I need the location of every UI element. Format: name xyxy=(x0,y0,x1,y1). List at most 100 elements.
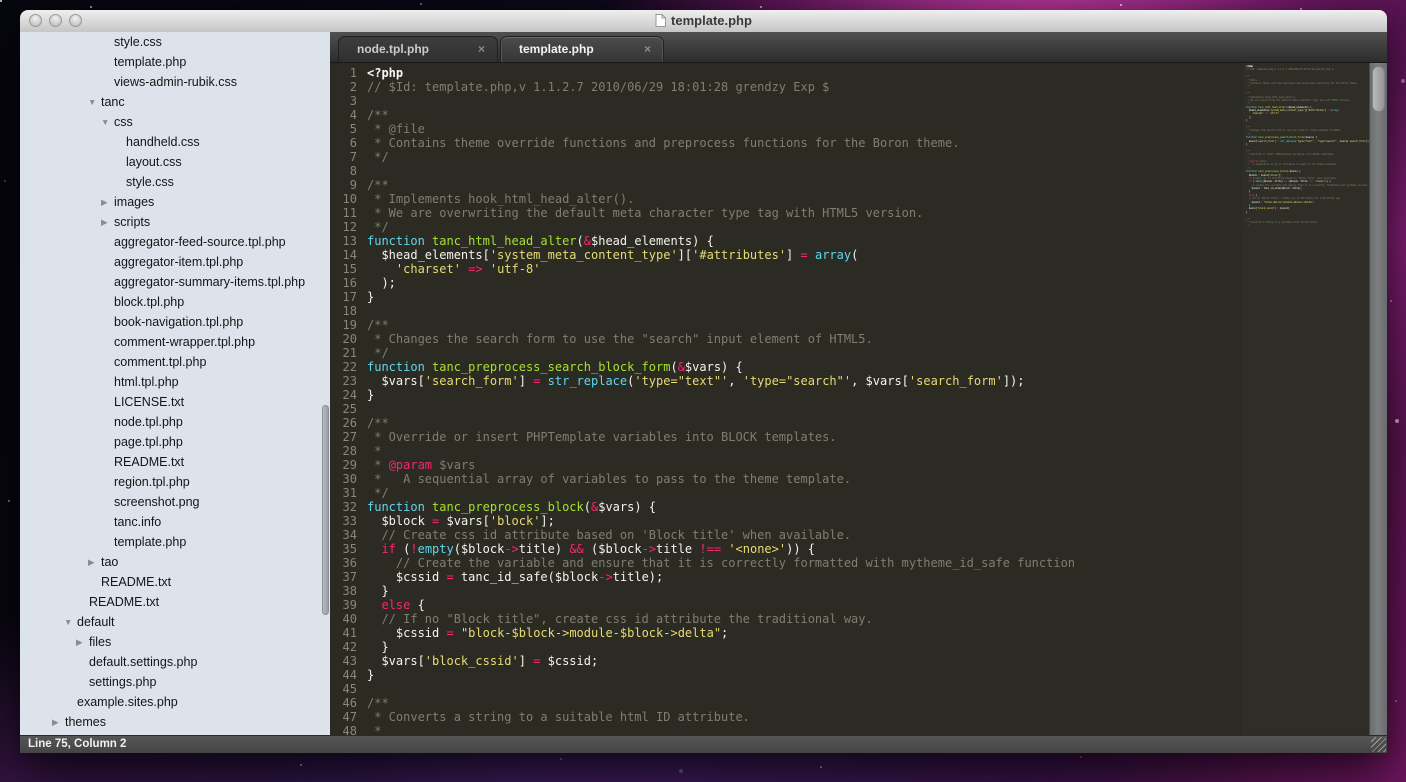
tab-close-icon[interactable]: × xyxy=(478,37,485,62)
code-line: 39 else { xyxy=(330,598,1242,612)
line-number: 41 xyxy=(330,626,357,640)
line-number: 42 xyxy=(330,640,357,654)
sidebar-item-comment.tpl.php[interactable]: comment.tpl.php xyxy=(20,352,330,372)
line-number: 12 xyxy=(330,220,357,234)
code-line: 48 * xyxy=(330,724,1242,735)
line-number: 17 xyxy=(330,290,357,304)
file-label: themes xyxy=(65,715,106,729)
sidebar-item-aggregator-summary-items.tpl.php[interactable]: aggregator-summary-items.tpl.php xyxy=(20,272,330,292)
code-line: 28 * xyxy=(330,444,1242,458)
editor-window: template.php style.csstemplate.phpviews-… xyxy=(20,10,1387,753)
sidebar-item-README.txt[interactable]: README.txt xyxy=(20,592,330,612)
sidebar-item-tanc[interactable]: ▼tanc xyxy=(20,92,330,112)
stars-decoration xyxy=(0,0,2,2)
file-label: aggregator-summary-items.tpl.php xyxy=(114,275,305,289)
sidebar-item-region.tpl.php[interactable]: region.tpl.php xyxy=(20,472,330,492)
disclosure-closed-icon[interactable]: ▶ xyxy=(52,712,65,732)
sidebar-scrollbar-thumb[interactable] xyxy=(322,405,329,615)
sidebar-item-style.css[interactable]: style.css xyxy=(20,172,330,192)
disclosure-closed-icon[interactable]: ▶ xyxy=(76,632,89,652)
sidebar-item-book-navigation.tpl.php[interactable]: book-navigation.tpl.php xyxy=(20,312,330,332)
sidebar-item-node.tpl.php[interactable]: node.tpl.php xyxy=(20,412,330,432)
code-line: 26/** xyxy=(330,416,1242,430)
line-number: 7 xyxy=(330,150,357,164)
line-number: 46 xyxy=(330,696,357,710)
code-line: 7 */ xyxy=(330,150,1242,164)
file-label: README.txt xyxy=(101,575,171,589)
tab-node.tpl.php[interactable]: node.tpl.php× xyxy=(338,36,498,62)
code-line: 16 ); xyxy=(330,276,1242,290)
disclosure-closed-icon[interactable]: ▶ xyxy=(101,192,114,212)
line-number: 23 xyxy=(330,374,357,388)
code-line: 37 $cssid = tanc_id_safe($block->title); xyxy=(330,570,1242,584)
code-line: 1<?php xyxy=(330,66,1242,80)
sidebar-item-html.tpl.php[interactable]: html.tpl.php xyxy=(20,372,330,392)
sidebar-item-template.php[interactable]: template.php xyxy=(20,532,330,552)
code-line: 30 * A sequential array of variables to … xyxy=(330,472,1242,486)
file-label: node.tpl.php xyxy=(114,415,183,429)
disclosure-open-icon[interactable]: ▼ xyxy=(64,612,77,632)
document-icon xyxy=(655,14,666,27)
window-titlebar[interactable]: template.php xyxy=(20,10,1387,33)
file-label: tanc.info xyxy=(114,515,161,529)
sidebar-item-block.tpl.php[interactable]: block.tpl.php xyxy=(20,292,330,312)
line-number: 24 xyxy=(330,388,357,402)
file-label: block.tpl.php xyxy=(114,295,184,309)
sidebar-item-README.txt[interactable]: README.txt xyxy=(20,452,330,472)
code-line: 12 */ xyxy=(330,220,1242,234)
line-number: 4 xyxy=(330,108,357,122)
sidebar-item-scripts[interactable]: ▶scripts xyxy=(20,212,330,232)
sidebar-item-aggregator-item.tpl.php[interactable]: aggregator-item.tpl.php xyxy=(20,252,330,272)
sidebar-item-aggregator-feed-source.tpl.php[interactable]: aggregator-feed-source.tpl.php xyxy=(20,232,330,252)
minimap[interactable]: <?php// $Id: template.php,v 1.1.2.7 2010… xyxy=(1243,63,1369,735)
sidebar-item-views-admin-rubik.css[interactable]: views-admin-rubik.css xyxy=(20,72,330,92)
sidebar-item-LICENSE.txt[interactable]: LICENSE.txt xyxy=(20,392,330,412)
code-line: 29 * @param $vars xyxy=(330,458,1242,472)
code-line: 13function tanc_html_head_alter(&$head_e… xyxy=(330,234,1242,248)
sidebar-item-screenshot.png[interactable]: screenshot.png xyxy=(20,492,330,512)
sidebar-item-template.php[interactable]: template.php xyxy=(20,52,330,72)
tab-template.php[interactable]: template.php× xyxy=(500,36,664,62)
code-area[interactable]: 1<?php2// $Id: template.php,v 1.1.2.7 20… xyxy=(330,63,1387,735)
editor-scrollbar-track[interactable] xyxy=(1369,63,1387,735)
sidebar-item-style.css[interactable]: style.css xyxy=(20,32,330,52)
disclosure-open-icon[interactable]: ▼ xyxy=(88,92,101,112)
file-label: book-navigation.tpl.php xyxy=(114,315,243,329)
file-label: screenshot.png xyxy=(114,495,199,509)
disclosure-open-icon[interactable]: ▼ xyxy=(101,112,114,132)
line-number: 16 xyxy=(330,276,357,290)
code-line: * We are overwriting the default meta ch… xyxy=(1246,99,1369,102)
sidebar-item-settings.php[interactable]: settings.php xyxy=(20,672,330,692)
sidebar-item-tanc.info[interactable]: tanc.info xyxy=(20,512,330,532)
line-number: 18 xyxy=(330,304,357,318)
code-line: 6 * Contains theme override functions an… xyxy=(330,136,1242,150)
sidebar-scrollbar-track[interactable] xyxy=(321,32,329,735)
editor-pane: node.tpl.php×template.php× 1<?php2// $Id… xyxy=(330,32,1387,735)
sidebar-item-css[interactable]: ▼css xyxy=(20,112,330,132)
sidebar-item-tao[interactable]: ▶tao xyxy=(20,552,330,572)
resize-grip[interactable] xyxy=(1371,737,1386,752)
sidebar-item-page.tpl.php[interactable]: page.tpl.php xyxy=(20,432,330,452)
sidebar-item-handheld.css[interactable]: handheld.css xyxy=(20,132,330,152)
sidebar-item-layout.css[interactable]: layout.css xyxy=(20,152,330,172)
line-number: 39 xyxy=(330,598,357,612)
file-label: layout.css xyxy=(126,155,182,169)
code-line: 3 xyxy=(330,94,1242,108)
sidebar-item-default[interactable]: ▼default xyxy=(20,612,330,632)
sidebar-item-files[interactable]: ▶files xyxy=(20,632,330,652)
disclosure-closed-icon[interactable]: ▶ xyxy=(88,552,101,572)
code-line: 8 xyxy=(330,164,1242,178)
sidebar-item-comment-wrapper.tpl.php[interactable]: comment-wrapper.tpl.php xyxy=(20,332,330,352)
sidebar-item-themes[interactable]: ▶themes xyxy=(20,712,330,732)
sidebar-item-example.sites.php[interactable]: example.sites.php xyxy=(20,692,330,712)
editor-scrollbar-thumb[interactable] xyxy=(1372,66,1385,112)
sidebar-item-README.txt[interactable]: README.txt xyxy=(20,572,330,592)
sidebar-item-images[interactable]: ▶images xyxy=(20,192,330,212)
line-number: 10 xyxy=(330,192,357,206)
tab-close-icon[interactable]: × xyxy=(644,37,651,62)
sidebar-item-default.settings.php[interactable]: default.settings.php xyxy=(20,652,330,672)
file-label: handheld.css xyxy=(126,135,200,149)
code-line: 46/** xyxy=(330,696,1242,710)
code-line: 35 if (!empty($block->title) && ($block-… xyxy=(330,542,1242,556)
disclosure-closed-icon[interactable]: ▶ xyxy=(101,212,114,232)
